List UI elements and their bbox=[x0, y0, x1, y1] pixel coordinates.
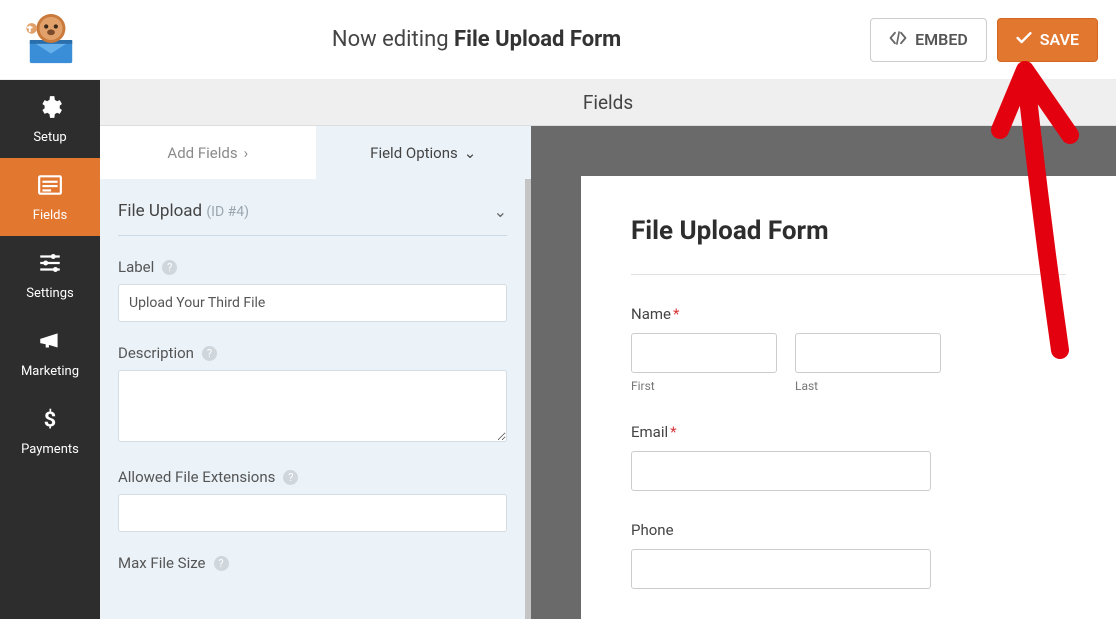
opt-caption: Description bbox=[118, 344, 194, 362]
tab-label: Field Options bbox=[370, 144, 458, 162]
opt-caption: Label bbox=[118, 258, 154, 276]
last-name-input[interactable] bbox=[795, 333, 941, 373]
sidebar-item-label: Setup bbox=[33, 130, 66, 145]
section-title: Fields bbox=[583, 91, 633, 114]
section-header: Fields bbox=[100, 80, 1116, 126]
option-max-size: Max File Size ? bbox=[118, 554, 507, 572]
preview-field-email[interactable]: Email* bbox=[631, 423, 1066, 491]
top-bar: Now editing File Upload Form EMBED SAVE bbox=[0, 0, 1116, 80]
save-label: SAVE bbox=[1040, 30, 1079, 49]
email-input[interactable] bbox=[631, 451, 931, 491]
preview-field-phone[interactable]: Phone bbox=[631, 521, 1066, 589]
field-type: File Upload bbox=[118, 201, 202, 221]
first-sublabel: First bbox=[631, 379, 777, 393]
tab-add-fields[interactable]: Add Fields › bbox=[100, 126, 316, 179]
required-marker: * bbox=[670, 423, 676, 441]
first-name-input[interactable] bbox=[631, 333, 777, 373]
field-id: (ID #4) bbox=[206, 204, 249, 220]
preview-canvas: File Upload Form Name* First bbox=[531, 126, 1116, 619]
opt-caption: Max File Size bbox=[118, 554, 206, 572]
help-icon[interactable]: ? bbox=[283, 470, 298, 485]
sidebar-item-label: Fields bbox=[33, 208, 67, 223]
svg-text:$: $ bbox=[44, 407, 56, 431]
option-allowed-ext: Allowed File Extensions ? bbox=[118, 468, 507, 532]
required-marker: * bbox=[673, 305, 679, 323]
sidebar-item-settings[interactable]: Settings bbox=[0, 236, 100, 314]
allowed-ext-input[interactable] bbox=[118, 494, 507, 532]
sidebar-item-setup[interactable]: Setup bbox=[0, 80, 100, 158]
form-icon bbox=[37, 172, 63, 202]
workspace: Fields Add Fields › Field Options ⌄ bbox=[100, 80, 1116, 619]
editing-prefix: Now editing bbox=[332, 27, 454, 52]
bullhorn-icon bbox=[37, 328, 63, 358]
pf-label-text: Phone bbox=[631, 521, 674, 539]
help-icon[interactable]: ? bbox=[214, 556, 229, 571]
save-button[interactable]: SAVE bbox=[997, 18, 1098, 62]
sidebar-item-label: Payments bbox=[21, 442, 79, 457]
help-icon[interactable]: ? bbox=[162, 260, 177, 275]
editing-form-name: File Upload Form bbox=[454, 27, 621, 52]
sidebar-item-fields[interactable]: Fields bbox=[0, 158, 100, 236]
phone-input[interactable] bbox=[631, 549, 931, 589]
pf-label-text: Email bbox=[631, 423, 668, 441]
dollar-icon: $ bbox=[37, 406, 63, 436]
sidebar-item-marketing[interactable]: Marketing bbox=[0, 314, 100, 392]
left-panel: Add Fields › Field Options ⌄ File Upload… bbox=[100, 126, 531, 619]
code-icon bbox=[889, 30, 907, 49]
description-textarea[interactable] bbox=[118, 370, 507, 442]
check-icon bbox=[1016, 30, 1032, 49]
app-body: Setup Fields Settings Marketing $ Paymen… bbox=[0, 80, 1116, 619]
sidebar-item-label: Marketing bbox=[21, 364, 79, 379]
tab-label: Add Fields bbox=[167, 144, 237, 162]
field-header[interactable]: File Upload (ID #4) ⌄ bbox=[118, 179, 507, 236]
tab-field-options[interactable]: Field Options ⌄ bbox=[316, 126, 532, 179]
columns: Add Fields › Field Options ⌄ File Upload… bbox=[100, 126, 1116, 619]
embed-label: EMBED bbox=[915, 30, 968, 49]
label-input[interactable] bbox=[118, 284, 507, 322]
chevron-right-icon: › bbox=[244, 144, 249, 162]
sliders-icon bbox=[37, 250, 63, 280]
sidebar-item-payments[interactable]: $ Payments bbox=[0, 392, 100, 470]
option-label: Label ? bbox=[118, 258, 507, 322]
app-logo bbox=[18, 12, 83, 67]
opt-caption: Allowed File Extensions bbox=[118, 468, 275, 486]
sidebar-item-label: Settings bbox=[26, 286, 73, 301]
sidebar: Setup Fields Settings Marketing $ Paymen… bbox=[0, 80, 100, 619]
embed-button[interactable]: EMBED bbox=[870, 18, 987, 62]
editing-title: Now editing File Upload Form bbox=[93, 27, 860, 52]
pf-label-text: Name bbox=[631, 305, 671, 323]
gear-icon bbox=[37, 94, 63, 124]
preview-card: File Upload Form Name* First bbox=[581, 176, 1116, 619]
preview-form-title: File Upload Form bbox=[631, 216, 1066, 275]
last-sublabel: Last bbox=[795, 379, 941, 393]
option-description: Description ? bbox=[118, 344, 507, 446]
panel-tabs: Add Fields › Field Options ⌄ bbox=[100, 126, 531, 179]
preview-field-name[interactable]: Name* First Last bbox=[631, 305, 1066, 393]
field-options-panel: File Upload (ID #4) ⌄ Label ? bbox=[100, 179, 531, 619]
chevron-down-icon: ⌄ bbox=[494, 202, 507, 221]
help-icon[interactable]: ? bbox=[202, 346, 217, 361]
chevron-down-icon: ⌄ bbox=[464, 144, 477, 162]
